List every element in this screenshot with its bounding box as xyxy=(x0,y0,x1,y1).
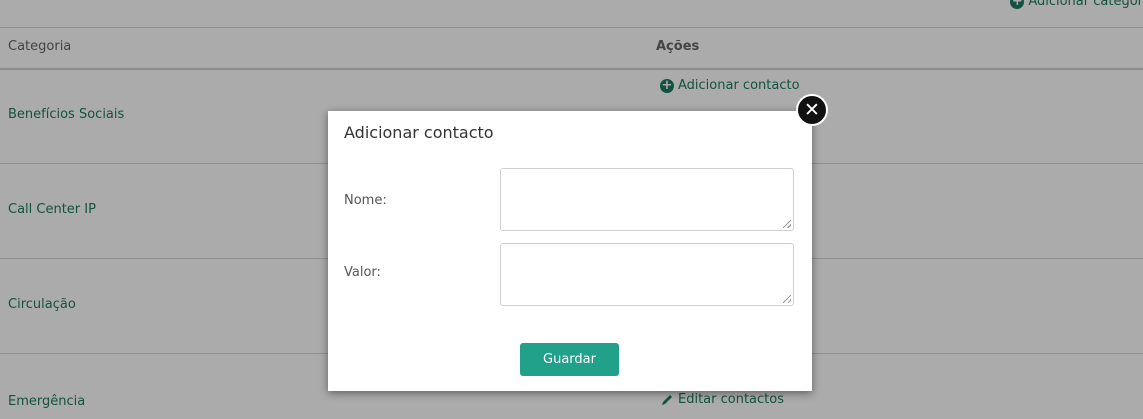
value-field[interactable] xyxy=(500,243,794,306)
dialog-title: Adicionar contacto xyxy=(344,123,494,142)
value-label: Valor: xyxy=(344,265,381,280)
resize-grip-icon[interactable] xyxy=(783,220,791,228)
save-button[interactable]: Guardar xyxy=(520,343,619,376)
resize-grip-icon[interactable] xyxy=(783,295,791,303)
close-icon[interactable]: ✕ xyxy=(796,94,828,126)
name-field[interactable] xyxy=(500,168,794,231)
name-label: Nome: xyxy=(344,193,387,208)
add-contact-dialog: Adicionar contacto Nome: Valor: Guardar xyxy=(328,111,812,391)
